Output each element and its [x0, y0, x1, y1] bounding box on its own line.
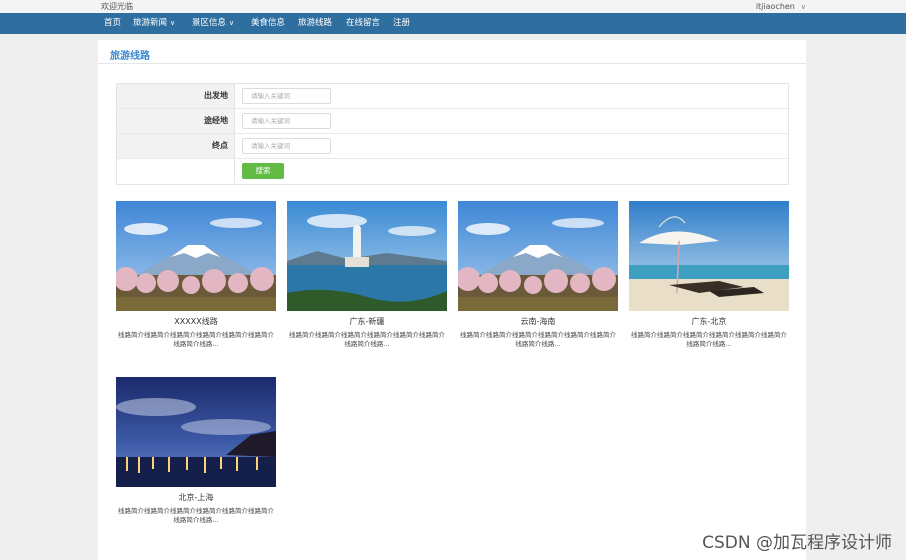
nav-item-travel-routes[interactable]: 旅游线路: [298, 13, 332, 34]
chevron-down-icon: ∨: [170, 19, 176, 27]
search-button[interactable]: 搜索: [242, 163, 284, 179]
nav-label: 注册: [393, 18, 411, 28]
user-menu[interactable]: itjiaochen ∨: [756, 0, 806, 14]
nav-item-messages[interactable]: 在线留言: [346, 13, 380, 34]
nav-label: 景区信息: [192, 18, 227, 28]
destination-label: 终点: [117, 134, 235, 158]
route-name[interactable]: 广东-新疆: [287, 316, 447, 328]
route-name[interactable]: 云南-海南: [458, 316, 618, 328]
departure-label: 出发地: [117, 84, 235, 108]
nav-label: 美食信息: [251, 18, 286, 28]
form-row-via: 途经地 请输入关键词: [117, 109, 788, 134]
route-desc: 线路简介线路简介线路简介线路简介线路简介线路简介线路简介线路...: [289, 331, 445, 348]
beach-icon[interactable]: [629, 201, 789, 311]
route-card[interactable]: 广东-北京 线路简介线路简介线路简介线路简介线路简介线路简介线路简介线路...: [629, 201, 789, 349]
mountain-icon[interactable]: [458, 201, 618, 311]
nav-label: 旅游新闻: [133, 18, 168, 28]
form-row-destination: 终点 请输入关键词: [117, 134, 788, 159]
route-desc: 线路简介线路简介线路简介线路简介线路简介线路简介线路简介线路...: [118, 507, 274, 524]
page-title: 旅游线路: [110, 51, 150, 62]
destination-input[interactable]: 请输入关键词: [242, 138, 331, 154]
username: itjiaochen: [755, 2, 795, 11]
departure-input[interactable]: 请输入关键词: [242, 88, 331, 104]
nav-label: 首页: [104, 18, 122, 28]
mountain-icon[interactable]: [116, 201, 276, 311]
route-desc: 线路简介线路简介线路简介线路简介线路简介线路简介线路简介线路...: [460, 331, 616, 348]
route-card[interactable]: XXXXX线路 线路简介线路简介线路简介线路简介线路简介线路简介线路简介线路..…: [116, 201, 276, 349]
route-card[interactable]: 云南-海南 线路简介线路简介线路简介线路简介线路简介线路简介线路简介线路...: [458, 201, 618, 349]
empty-label-cell: [117, 159, 235, 183]
welcome-text: 欢迎光临: [101, 2, 133, 11]
chevron-down-icon: ∨: [229, 19, 235, 27]
nav-item-home[interactable]: 首页: [104, 13, 121, 34]
route-desc: 线路简介线路简介线路简介线路简介线路简介线路简介线路简介线路...: [631, 331, 787, 348]
nav-label: 旅游线路: [298, 18, 333, 28]
form-row-submit: 搜索: [117, 159, 788, 184]
nav-item-travel-news[interactable]: 旅游新闻 ∨: [133, 13, 175, 34]
search-form: 出发地 请输入关键词 途经地 请输入关键词 终点 请输入关键词 搜索: [116, 83, 789, 185]
top-strip: 欢迎光临 itjiaochen ∨: [0, 0, 906, 13]
form-row-departure: 出发地 请输入关键词: [117, 84, 788, 109]
routes-panel: 旅游线路 出发地 请输入关键词 途经地 请输入关键词 终点 请输入关键词 搜索: [98, 40, 806, 560]
route-name[interactable]: 北京-上海: [116, 492, 276, 504]
night-city-icon[interactable]: [116, 377, 276, 487]
via-input[interactable]: 请输入关键词: [242, 113, 331, 129]
route-desc: 线路简介线路简介线路简介线路简介线路简介线路简介线路简介线路...: [118, 331, 274, 348]
nav-item-register[interactable]: 注册: [393, 13, 410, 34]
route-card[interactable]: 北京-上海 线路简介线路简介线路简介线路简介线路简介线路简介线路简介线路...: [116, 377, 276, 525]
route-name[interactable]: XXXXX线路: [116, 316, 276, 328]
watermark: CSDN @加瓦程序设计师: [702, 533, 892, 553]
route-card[interactable]: 广东-新疆 线路简介线路简介线路简介线路简介线路简介线路简介线路简介线路...: [287, 201, 447, 349]
divider: [98, 63, 806, 64]
nav-item-food-info[interactable]: 美食信息: [251, 13, 285, 34]
statue-icon[interactable]: [287, 201, 447, 311]
via-label: 途经地: [117, 109, 235, 133]
nav-label: 在线留言: [346, 18, 381, 28]
main-nav: 首页 旅游新闻 ∨ 景区信息 ∨ 美食信息 旅游线路 在线留言 注册: [0, 13, 906, 34]
route-name[interactable]: 广东-北京: [629, 316, 789, 328]
nav-item-scenic-info[interactable]: 景区信息 ∨: [192, 13, 234, 34]
